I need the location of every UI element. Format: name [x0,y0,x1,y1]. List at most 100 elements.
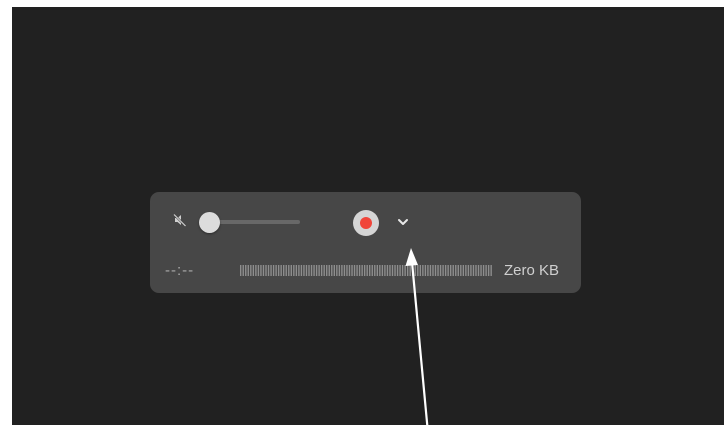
level-meter-segment [318,265,320,276]
level-meter-segment [267,265,270,276]
level-meter-segment [444,265,447,276]
record-button[interactable] [353,210,379,236]
level-meter-segment [371,265,373,276]
level-meter-segment [449,265,452,276]
level-meter-segment [257,265,260,276]
level-meter-segment [369,265,371,276]
level-meter-segment [277,265,280,276]
level-meter-segment [363,265,366,276]
level-meter-segment [381,265,384,276]
level-meter-segment [414,265,416,276]
level-meter-segment [356,265,358,276]
level-meter-segment [283,265,285,276]
chevron-down-icon[interactable] [394,214,412,230]
level-meter-segment [346,265,348,276]
level-meter-segment [396,265,399,276]
level-meter-segment [482,265,485,276]
level-meter-segment [366,265,368,276]
level-meter-segment [485,265,487,276]
speaker-muted-icon[interactable] [173,213,187,227]
level-meter-segment [432,265,434,276]
level-meter-segment [353,265,356,276]
level-meter-segment [270,265,272,276]
level-meter-segment [391,265,394,276]
level-meter-segment [338,265,341,276]
record-icon [360,217,372,229]
level-meter-segment [262,265,265,276]
level-meter-segment [295,265,298,276]
level-meter-segment [331,265,333,276]
elapsed-time: --:-- [165,262,195,279]
level-meter-segment [417,265,419,276]
level-meter-segment [406,265,409,276]
level-meter-segment [348,265,351,276]
volume-slider-knob[interactable] [199,212,220,233]
level-meter-segment [308,265,310,276]
level-meter-segment [320,265,323,276]
level-meter-segment [379,265,381,276]
level-meter-segment [424,265,427,276]
level-meter-segment [376,265,379,276]
level-meter-segment [384,265,386,276]
level-meter-segment [399,265,401,276]
level-meter-segment [303,265,305,276]
level-meter-segment [434,265,437,276]
level-meter-segment [437,265,439,276]
level-meter-segment [386,265,389,276]
level-meter-segment [447,265,449,276]
level-meter-segment [260,265,262,276]
volume-slider-track[interactable] [210,220,300,224]
level-meter-segment [467,265,470,276]
level-meter-segment [452,265,454,276]
level-meter-segment [374,265,376,276]
level-meter-segment [389,265,391,276]
level-meter-segment [336,265,338,276]
audio-level-meter [240,265,492,276]
level-meter-segment [293,265,295,276]
level-meter-segment [310,265,313,276]
level-meter-segment [290,265,292,276]
level-meter-segment [255,265,257,276]
level-meter-segment [358,265,361,276]
level-meter-segment [343,265,346,276]
level-meter-segment [401,265,404,276]
level-meter-segment [252,265,255,276]
level-meter-segment [300,265,303,276]
level-meter-segment [455,265,457,276]
level-meter-segment [361,265,363,276]
level-meter-segment [242,265,244,276]
level-meter-segment [477,265,480,276]
level-meter-segment [412,265,414,276]
file-size-label: Zero KB [504,262,560,279]
level-meter-segment [250,265,252,276]
level-meter-segment [288,265,290,276]
level-meter-segment [465,265,467,276]
level-meter-segment [439,265,442,276]
level-meter-segment [313,265,315,276]
level-meter-segment [457,265,459,276]
level-meter-segment [409,265,411,276]
level-meter-segment [280,265,282,276]
level-meter-segment [427,265,429,276]
level-meter-segment [275,265,277,276]
level-meter-segment [429,265,432,276]
level-meter-segment [460,265,462,276]
level-meter-segment [351,265,353,276]
level-meter-segment [328,265,330,276]
level-meter-segment [419,265,422,276]
level-meter-segment [315,265,318,276]
level-meter-segment [422,265,424,276]
level-meter-segment [442,265,444,276]
level-meter-segment [487,265,490,276]
level-meter-segment [472,265,475,276]
level-meter-segment [245,265,247,276]
level-meter-segment [480,265,482,276]
level-meter-segment [333,265,335,276]
level-meter-segment [470,265,472,276]
level-meter-segment [272,265,275,276]
level-meter-segment [462,265,465,276]
level-meter-segment [404,265,406,276]
level-meter-segment [323,265,325,276]
level-meter-segment [265,265,267,276]
level-meter-segment [326,265,328,276]
